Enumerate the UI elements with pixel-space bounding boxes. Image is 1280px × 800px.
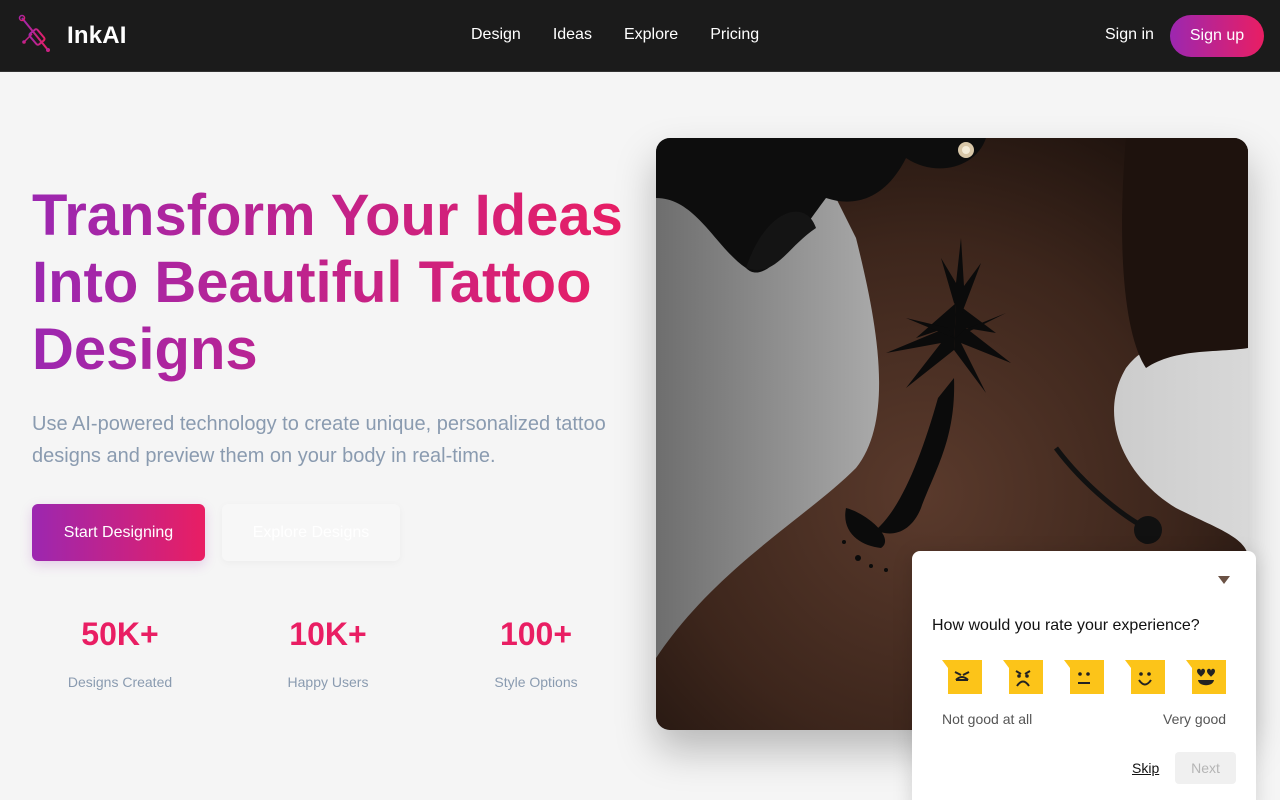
nav-link-design[interactable]: Design (471, 26, 521, 44)
scale-high-label: Very good (1163, 711, 1227, 727)
top-navbar: InkAI Design Ideas Explore Pricing Sign … (0, 0, 1280, 72)
explore-designs-button[interactable]: Explore Designs (222, 504, 400, 561)
main-nav-links: Design Ideas Explore Pricing (471, 26, 759, 44)
sad-face-icon[interactable] (1003, 660, 1043, 694)
start-designing-button[interactable]: Start Designing (32, 504, 205, 561)
nav-link-ideas[interactable]: Ideas (553, 26, 592, 44)
hero-subtitle: Use AI-powered technology to create uniq… (32, 413, 606, 467)
hero-title-line-2: Into Beautiful Tattoo (32, 250, 592, 315)
angry-face-icon[interactable] (942, 660, 982, 694)
heart-eyes-face-icon[interactable] (1186, 660, 1226, 694)
hero-title-line-1: Transform Your Ideas (32, 183, 623, 248)
survey-question: How would you rate your experience? (932, 617, 1200, 634)
hero-title-line-3: Designs (32, 317, 258, 382)
stat-label: Designs Created (67, 674, 173, 690)
stat-value: 50K+ (81, 616, 159, 652)
stat-happy-users: 10K+ Happy Users (228, 614, 428, 690)
stat-value: 10K+ (289, 616, 367, 652)
hero-title: Transform Your Ideas Into Beautiful Tatt… (32, 182, 632, 383)
stat-label: Style Options (494, 674, 578, 690)
smile-face-icon[interactable] (1125, 660, 1165, 694)
stat-value: 100+ (499, 616, 573, 652)
stat-label: Happy Users (287, 674, 369, 690)
tattoo-needle-logo-icon[interactable] (18, 14, 54, 56)
scale-low-label: Not good at all (942, 711, 1033, 727)
next-button[interactable]: Next (1175, 752, 1236, 784)
neutral-face-icon[interactable] (1064, 660, 1104, 694)
nav-link-explore[interactable]: Explore (624, 26, 678, 44)
brand-name[interactable]: InkAI (67, 22, 127, 50)
skip-link[interactable]: Skip (1132, 760, 1159, 776)
nav-link-pricing[interactable]: Pricing (710, 26, 759, 44)
sign-up-button[interactable]: Sign up (1170, 15, 1264, 57)
stat-designs-created: 50K+ Designs Created (20, 614, 220, 690)
stat-style-options: 100+ Style Options (436, 614, 636, 690)
collapse-chevron-icon[interactable] (1217, 574, 1231, 586)
sign-in-link[interactable]: Sign in (1105, 26, 1154, 44)
